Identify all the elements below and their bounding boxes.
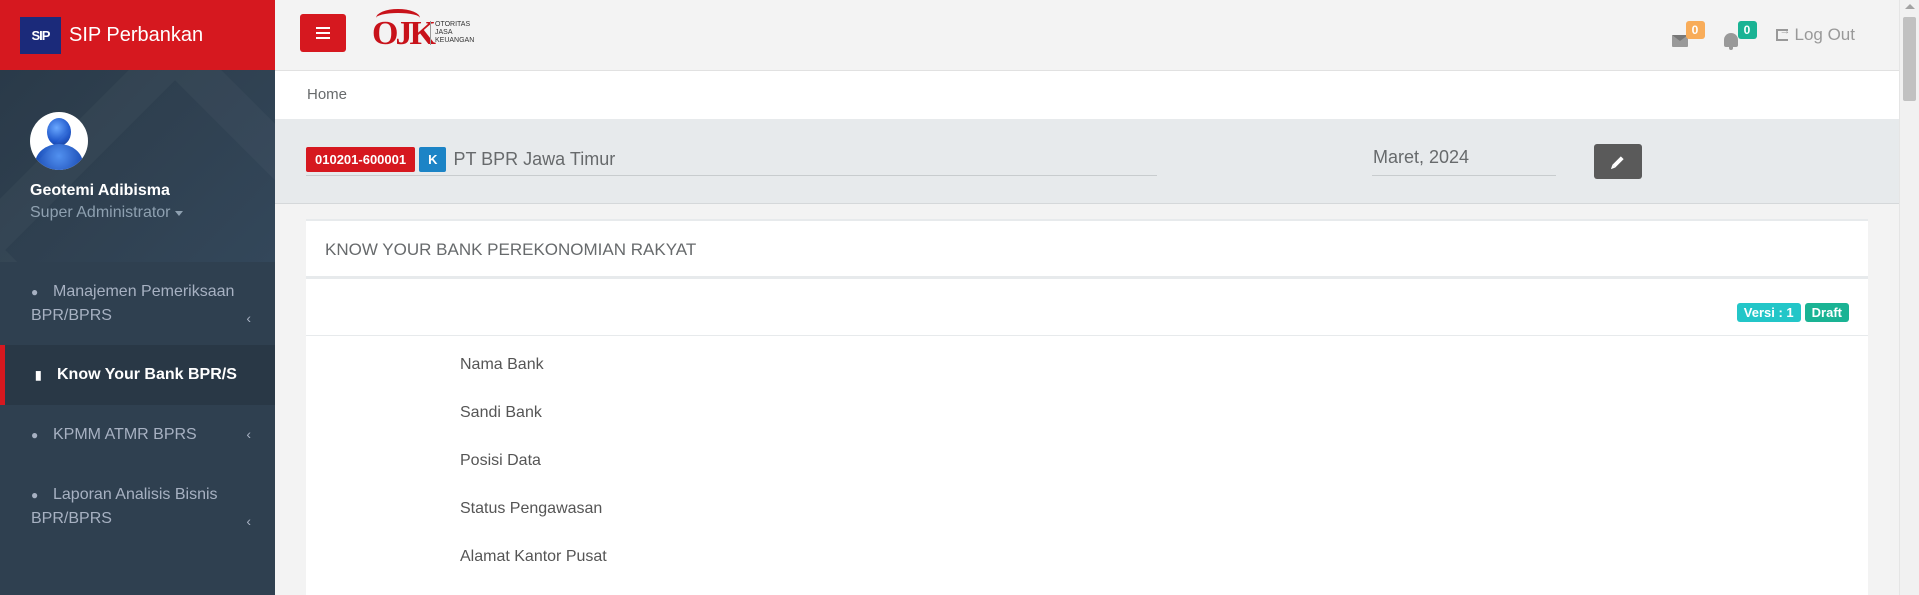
- edit-button[interactable]: [1594, 144, 1642, 179]
- sidebar-nav: ● Manajemen Pemeriksaan BPR/BPRS ‹ ▮ Know …: [0, 262, 275, 548]
- panel-title: KNOW YOUR BANK PEREKONOMIAN RAKYAT: [306, 221, 1868, 279]
- brand-header[interactable]: SIP SIP Perbankan: [0, 0, 275, 70]
- brand-logo: SIP: [20, 16, 61, 54]
- user-profile: Geotemi Adibisma Super Administrator: [0, 70, 275, 262]
- pencil-icon: [1612, 155, 1624, 168]
- bank-type-label: K: [419, 146, 447, 172]
- chevron-left-icon: ‹: [246, 426, 251, 442]
- scrollbar-thumb[interactable]: [1903, 17, 1916, 101]
- logout-label: Log Out: [1794, 25, 1856, 44]
- user-name: Geotemi Adibisma: [30, 182, 170, 199]
- caret-down-icon: [174, 210, 183, 216]
- bank-context-bar: 010201-600001 K PT BPR Jawa Timur Maret,…: [275, 119, 1899, 204]
- avatar: [30, 112, 88, 170]
- envelope-icon: [1671, 35, 1688, 47]
- field-label-sandi-bank: Sandi Bank: [460, 404, 542, 421]
- sidebar-item-kpmm-atmr[interactable]: ● KPMM ATMR BPRS ‹: [0, 405, 275, 465]
- page-scrollbar[interactable]: [1899, 0, 1919, 595]
- hamburger-menu-button[interactable]: [300, 14, 346, 52]
- sidebar-item-label: Manajemen Pemeriksaan BPR/BPRS: [31, 283, 235, 324]
- field-label-nama-bank: Nama Bank: [460, 356, 544, 373]
- comments-icon: ●: [31, 488, 39, 502]
- sidebar-item-label: KPMM ATMR BPRS: [53, 426, 197, 443]
- field-list: Nama Bank Sandi Bank Posisi Data Status …: [306, 336, 1868, 595]
- messages-button[interactable]: 0: [1671, 21, 1705, 47]
- logout-link[interactable]: Log Out: [1775, 25, 1856, 45]
- bell-icon: [1723, 33, 1738, 50]
- sign-out-icon: [1775, 25, 1791, 41]
- sidebar-item-label: Know Your Bank BPR/S: [57, 366, 237, 383]
- user-role-dropdown[interactable]: Super Administrator: [30, 204, 275, 222]
- period-field[interactable]: Maret, 2024: [1372, 143, 1556, 176]
- field-label-alamat-kantor-pusat: Alamat Kantor Pusat: [460, 548, 607, 565]
- top-navbar: OJK OTORITAS JASA KEUANGAN 0 0 Log Out: [275, 0, 1899, 71]
- sidebar-item-know-your-bank[interactable]: ▮ Know Your Bank BPR/S: [0, 345, 275, 405]
- messages-count-badge: 0: [1685, 21, 1705, 39]
- brand-title: SIP Perbankan: [69, 23, 204, 46]
- sidebar-item-label: Laporan Analisis Bisnis BPR/BPRS: [31, 486, 218, 527]
- breadcrumb: Home: [275, 71, 1899, 119]
- bank-name: PT BPR Jawa Timur: [453, 148, 616, 169]
- sidebar-item-manajemen-pemeriksaan[interactable]: ● Manajemen Pemeriksaan BPR/BPRS ‹: [0, 262, 275, 345]
- bank-selector[interactable]: 010201-600001 K PT BPR Jawa Timur: [306, 143, 1157, 176]
- ojk-logo: OJK OTORITAS JASA KEUANGAN: [372, 9, 492, 53]
- top-right-controls: 0 0 Log Out: [1671, 0, 1856, 70]
- status-badge: Draft: [1804, 303, 1849, 322]
- version-badge: Versi : 1: [1736, 303, 1801, 322]
- field-label-posisi-data: Posisi Data: [460, 452, 541, 469]
- comments-icon: ●: [31, 428, 39, 442]
- bank-code-label: 010201-600001: [306, 146, 416, 172]
- sidebar: SIP SIP Perbankan Geotemi Adibisma Super…: [0, 0, 275, 595]
- user-role: Super Administrator: [30, 204, 171, 221]
- chevron-left-icon: ‹: [246, 513, 251, 529]
- book-icon: ▮: [35, 368, 42, 382]
- sidebar-item-laporan-analisis[interactable]: ● Laporan Analisis Bisnis BPR/BPRS ‹: [0, 465, 275, 548]
- field-label-status-pengawasan: Status Pengawasan: [460, 500, 603, 517]
- scroll-up-arrow-icon[interactable]: [1905, 4, 1915, 9]
- notifications-count-badge: 0: [1737, 21, 1757, 39]
- kyb-panel: KNOW YOUR BANK PEREKONOMIAN RAKYAT Versi…: [306, 219, 1868, 595]
- notifications-button[interactable]: 0: [1723, 21, 1757, 50]
- breadcrumb-home[interactable]: Home: [307, 86, 347, 103]
- chevron-left-icon: ‹: [246, 310, 251, 326]
- version-row: Versi : 1 Draft: [306, 279, 1868, 336]
- comments-icon: ●: [31, 285, 39, 299]
